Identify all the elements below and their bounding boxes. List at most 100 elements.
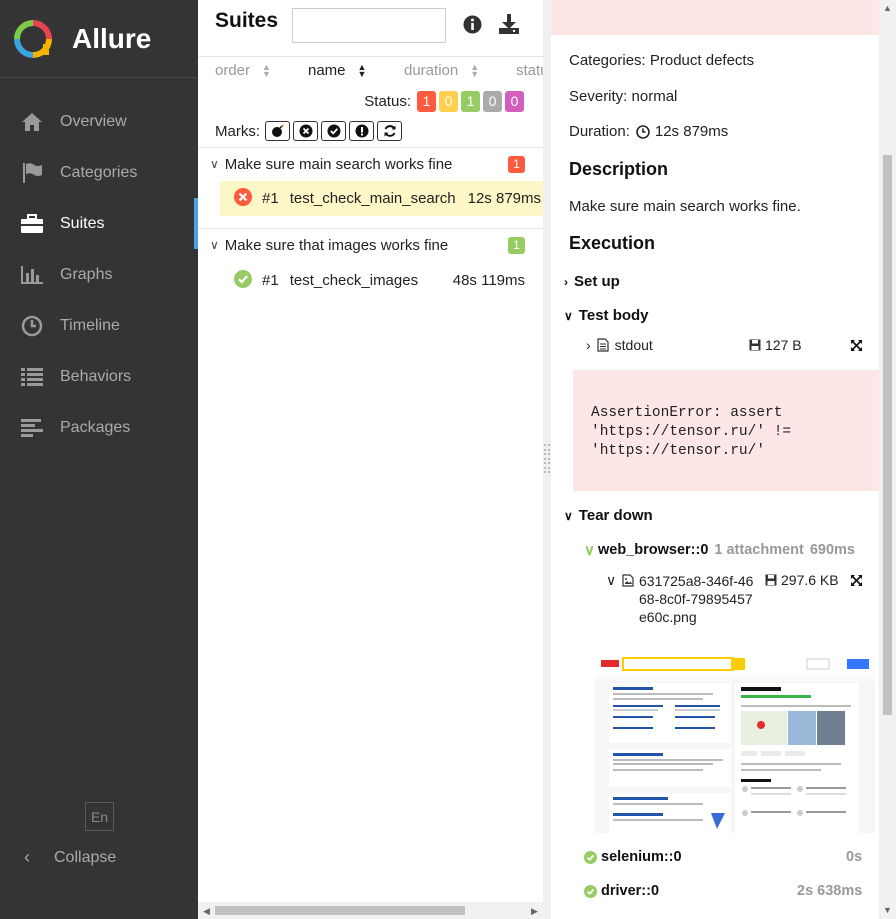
- status-broken-toggle[interactable]: 0: [439, 91, 458, 112]
- sidebar-item-label: Suites: [60, 214, 105, 232]
- selenium-step[interactable]: selenium::0 0s: [584, 849, 864, 865]
- status-failed-toggle[interactable]: 1: [417, 91, 436, 112]
- attachment-name: stdout: [614, 337, 653, 353]
- sidebar-item-packages[interactable]: Packages: [0, 402, 198, 453]
- test-number: #1: [262, 272, 279, 289]
- driver-step[interactable]: driver::0 2s 638ms: [584, 883, 864, 899]
- passed-status-icon: [584, 850, 597, 864]
- categories-text: Categories: Product defects: [569, 52, 755, 69]
- collapse-label: Collapse: [54, 848, 117, 866]
- step-duration: 2s 638ms: [797, 883, 863, 899]
- expand-icon[interactable]: [850, 574, 863, 587]
- screenshot-preview[interactable]: [595, 653, 875, 833]
- failed-status-icon: [234, 187, 252, 210]
- sidebar-item-graphs[interactable]: Graphs: [0, 249, 198, 300]
- attachment-size: 297.6 KB: [765, 572, 839, 588]
- sidebar-item-timeline[interactable]: Timeline: [0, 300, 198, 351]
- sort-arrows-icon: ▲ ▼: [357, 61, 367, 79]
- home-icon: [20, 110, 44, 134]
- divider: [198, 147, 543, 148]
- mark-new-broken-button[interactable]: [349, 121, 374, 141]
- briefcase-icon: [20, 212, 44, 236]
- sidebar-item-label: Graphs: [60, 265, 113, 283]
- test-body-step[interactable]: ∨ Test body: [564, 307, 649, 324]
- sort-name-label: name: [308, 62, 346, 79]
- suite-group-row[interactable]: ∨ Make sure that images works fine 1: [198, 230, 543, 260]
- expand-icon[interactable]: [850, 339, 863, 352]
- mark-flaky-button[interactable]: [293, 121, 318, 141]
- bar-chart-icon: [20, 263, 44, 287]
- status-skipped-toggle[interactable]: 0: [483, 91, 502, 112]
- step-duration: 0s: [846, 849, 863, 865]
- sort-order-label: order: [215, 62, 251, 79]
- bomb-icon: [271, 124, 284, 137]
- stdout-attachment-row[interactable]: › stdout 127 B: [586, 337, 866, 353]
- scrollbar-thumb[interactable]: [215, 906, 465, 915]
- status-unknown-toggle[interactable]: 0: [505, 91, 524, 112]
- scroll-left-icon[interactable]: ◀: [203, 906, 210, 917]
- mark-new-passed-button[interactable]: [321, 121, 346, 141]
- status-passed-toggle[interactable]: 1: [461, 91, 480, 112]
- sort-order-button[interactable]: order ▲ ▼: [215, 62, 271, 79]
- horizontal-scrollbar[interactable]: ◀ ▶: [198, 902, 543, 919]
- step-name: driver::0: [601, 883, 660, 899]
- sort-duration-button[interactable]: duration ▲ ▼: [404, 62, 479, 79]
- test-duration: 12s 879ms: [467, 190, 541, 207]
- mark-retries-button[interactable]: [377, 121, 402, 141]
- language-button[interactable]: En: [85, 802, 114, 831]
- test-row[interactable]: #1 test_check_images 48s 119ms: [220, 263, 543, 298]
- brand[interactable]: Allure: [0, 0, 198, 78]
- test-details-pane: Categories: Product defects Severity: no…: [551, 0, 879, 919]
- splitter-grip-icon[interactable]: [543, 443, 551, 475]
- test-name: test_check_main_search: [289, 190, 456, 207]
- sidebar-item-label: Overview: [60, 112, 127, 130]
- sidebar-item-label: Packages: [60, 418, 131, 436]
- divider: [198, 56, 543, 57]
- times-circle-icon: [299, 124, 312, 138]
- scrollbar-thumb[interactable]: [883, 155, 892, 715]
- web-browser-step[interactable]: ∨ web_browser::0 1 attachment 690ms: [584, 541, 855, 559]
- suite-group-row[interactable]: ∨ Make sure main search works fine 1: [198, 149, 543, 179]
- sidebar-item-behaviors[interactable]: Behaviors: [0, 351, 198, 402]
- download-icon[interactable]: [498, 13, 520, 39]
- teardown-step[interactable]: ∨ Tear down: [564, 507, 653, 524]
- mark-bomb-button[interactable]: [265, 121, 290, 141]
- search-input[interactable]: [292, 8, 446, 43]
- scroll-right-icon[interactable]: ▶: [531, 906, 538, 917]
- chevron-right-icon: ›: [564, 274, 568, 289]
- step-name: selenium::0: [601, 849, 682, 865]
- sidebar-item-suites[interactable]: Suites: [0, 198, 198, 249]
- sidebar-item-overview[interactable]: Overview: [0, 96, 198, 147]
- refresh-icon: [384, 125, 395, 137]
- divider: [198, 228, 543, 229]
- teardown-label: Tear down: [578, 507, 653, 524]
- setup-step[interactable]: › Set up: [564, 273, 620, 290]
- check-circle-icon: [327, 124, 340, 138]
- collapse-button[interactable]: ‹ Collapse: [24, 847, 116, 868]
- sort-name-button[interactable]: name ▲ ▼: [308, 62, 366, 79]
- duration-row: Duration: 12s 879ms: [569, 123, 728, 140]
- test-row[interactable]: #1 test_check_main_search 12s 879ms: [220, 181, 543, 216]
- attachment-size-value: 297.6 KB: [781, 572, 839, 588]
- clock-icon: [20, 314, 44, 338]
- sidebar-nav: Overview Categories Suites Graphs Timeli…: [0, 96, 198, 453]
- status-message-banner: [551, 0, 879, 35]
- attachment-name: 631725a8-346f-4668-8c0f-79895457e60c.png: [639, 573, 754, 625]
- save-icon: [749, 339, 761, 351]
- sort-arrows-icon: ▲ ▼: [470, 61, 480, 79]
- chevron-down-icon: ∨: [584, 542, 595, 559]
- attachment-size: 127 B: [749, 337, 802, 353]
- list-icon: [20, 365, 44, 389]
- allure-logo-icon: [14, 19, 52, 58]
- chevron-left-icon: ‹: [24, 847, 30, 867]
- error-message: AssertionError: assert 'https://tensor.r…: [573, 370, 879, 491]
- vertical-scrollbar[interactable]: ▲ ▼: [879, 0, 896, 919]
- chevron-down-icon: ∨: [210, 238, 219, 252]
- sidebar-item-categories[interactable]: Categories: [0, 147, 198, 198]
- exclamation-circle-icon: [355, 124, 368, 138]
- scroll-up-icon[interactable]: ▲: [883, 3, 892, 13]
- scroll-down-icon[interactable]: ▼: [883, 905, 892, 915]
- info-icon[interactable]: [463, 15, 482, 38]
- align-left-icon: [20, 416, 44, 440]
- test-duration: 48s 119ms: [452, 272, 525, 289]
